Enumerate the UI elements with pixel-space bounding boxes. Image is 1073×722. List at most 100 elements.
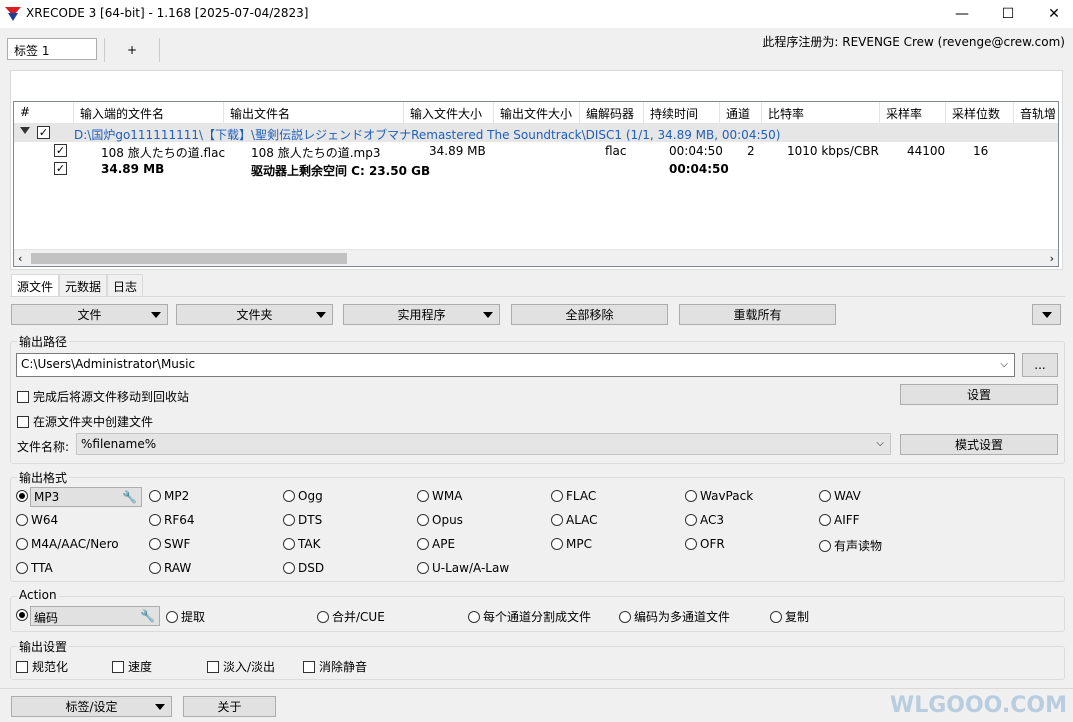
radio-dsd[interactable]: DSD	[283, 561, 324, 575]
reload-all-button[interactable]: 重载所有	[679, 304, 836, 325]
bitrate: 1010 kbps/CBR	[787, 144, 879, 158]
pattern-settings-button[interactable]: 模式设置	[900, 434, 1058, 455]
radio-ac3[interactable]: AC3	[685, 513, 724, 527]
col-header-codec[interactable]: 编解码器	[580, 102, 644, 124]
col-header-output-name[interactable]: 输出文件名	[224, 102, 404, 124]
col-header-channels[interactable]: 通道	[720, 102, 762, 124]
radio-copy[interactable]: 复制	[770, 608, 809, 625]
tab-1[interactable]: 标签 1	[7, 38, 97, 60]
radio-merge-cue[interactable]: 合并/CUE	[317, 608, 385, 625]
filename-label: 文件名称:	[17, 440, 70, 454]
dropdown-arrow-icon	[151, 312, 161, 318]
radio-rf64[interactable]: RF64	[149, 513, 195, 527]
collapse-arrow-icon[interactable]	[20, 127, 30, 134]
tabs-settings-button[interactable]: 标签/设定	[11, 696, 172, 717]
radio-raw[interactable]: RAW	[149, 561, 191, 575]
about-button[interactable]: 关于	[183, 696, 276, 717]
col-header-index[interactable]: #	[14, 102, 74, 124]
radio-m4a[interactable]: M4A/AAC/Nero	[16, 537, 119, 551]
tab-log[interactable]: 日志	[107, 274, 144, 296]
radio-alac[interactable]: ALAC	[551, 513, 598, 527]
scrollbar-thumb[interactable]	[31, 253, 347, 264]
remove-silence-checkbox[interactable]: 消除静音	[303, 658, 367, 675]
summary-checkbox[interactable]: ✓	[54, 162, 67, 175]
minimize-button[interactable]: —	[939, 0, 985, 28]
utilities-button[interactable]: 实用程序	[343, 304, 500, 325]
scroll-right-icon[interactable]: ›	[1050, 252, 1054, 265]
radio-ogg[interactable]: Ogg	[283, 489, 323, 503]
radio-extract[interactable]: 提取	[166, 608, 205, 625]
folder-path: D:\国炉go111111111\【下载】\聖剣伝説レジェンドオブマナRemas…	[74, 128, 781, 142]
col-header-bitrate[interactable]: 比特率	[762, 102, 880, 124]
add-tab-button[interactable]: +	[104, 38, 160, 62]
col-header-output-size[interactable]: 输出文件大小	[494, 102, 580, 124]
horizontal-scrollbar[interactable]: ‹ ›	[14, 249, 1058, 266]
maximize-button[interactable]: ☐	[985, 0, 1031, 28]
radio-wma[interactable]: WMA	[417, 489, 462, 503]
fade-checkbox[interactable]: 淡入/淡出	[207, 658, 275, 675]
tab-source-files[interactable]: 源文件	[11, 274, 60, 296]
folder-button[interactable]: 文件夹	[176, 304, 333, 325]
close-button[interactable]: ✕	[1031, 0, 1073, 28]
radio-dts[interactable]: DTS	[283, 513, 322, 527]
col-header-replaygain[interactable]: 音轨增	[1014, 102, 1058, 124]
registration-text: 此程序注册为: REVENGE Crew (revenge@crew.com)	[762, 35, 1065, 49]
input-size: 34.89 MB	[429, 144, 486, 158]
plus-icon: +	[126, 43, 138, 57]
more-options-button[interactable]	[1032, 304, 1061, 325]
radio-w64[interactable]: W64	[16, 513, 58, 527]
remove-all-button[interactable]: 全部移除	[511, 304, 668, 325]
radio-flac[interactable]: FLAC	[551, 489, 596, 503]
radio-mp2[interactable]: MP2	[149, 489, 189, 503]
dropdown-arrow-icon	[1042, 312, 1052, 318]
radio-tak[interactable]: TAK	[283, 537, 320, 551]
scroll-left-icon[interactable]: ‹	[18, 252, 22, 265]
col-header-input-size[interactable]: 输入文件大小	[404, 102, 494, 124]
speed-checkbox[interactable]: 速度	[112, 658, 152, 675]
col-header-bits[interactable]: 采样位数	[946, 102, 1014, 124]
wrench-icon[interactable]: 🔧	[140, 609, 155, 623]
file-button[interactable]: 文件	[11, 304, 168, 325]
normalize-checkbox[interactable]: 规范化	[16, 658, 68, 675]
radio-encode[interactable]	[16, 609, 28, 621]
move-to-recycle-checkbox[interactable]: 完成后将源文件移动到回收站	[17, 388, 189, 405]
wrench-icon[interactable]: 🔧	[122, 490, 137, 504]
file-grid[interactable]: # 输入端的文件名 输出文件名 输入文件大小 输出文件大小 编解码器 持续时间 …	[13, 101, 1059, 267]
checkbox-box	[17, 390, 29, 403]
col-header-samplerate[interactable]: 采样率	[880, 102, 946, 124]
create-in-source-checkbox[interactable]: 在源文件夹中创建文件	[17, 413, 153, 430]
radio-opus[interactable]: Opus	[417, 513, 463, 527]
file-row-checkbox[interactable]: ✓	[54, 144, 67, 157]
radio-audiobook[interactable]: 有声读物	[819, 537, 882, 554]
output-path-input[interactable]: C:\Users\Administrator\Music ⌵	[16, 353, 1015, 377]
radio-ulaw[interactable]: U-Law/A-Law	[417, 561, 509, 575]
radio-ofr[interactable]: OFR	[685, 537, 725, 551]
radio-mpc[interactable]: MPC	[551, 537, 592, 551]
browse-button[interactable]: ...	[1022, 353, 1058, 377]
input-filename: 108 旅人たちの道.flac	[101, 146, 226, 160]
col-header-duration[interactable]: 持续时间	[644, 102, 720, 124]
file-row[interactable]: ✓ 108 旅人たちの道.flac 108 旅人たちの道.mp3 34.89 M…	[14, 142, 1058, 160]
radio-split-channels[interactable]: 每个通道分割成文件	[468, 608, 591, 625]
chevron-down-icon: ⌵	[1000, 359, 1008, 370]
radio-mp3[interactable]	[16, 490, 28, 502]
filename-pattern-combo[interactable]: %filename% ⌵	[76, 433, 891, 455]
tab-divider	[10, 296, 1065, 297]
radio-ape[interactable]: APE	[417, 537, 455, 551]
radio-wavpack[interactable]: WavPack	[685, 489, 753, 503]
tab-metadata[interactable]: 元数据	[59, 274, 108, 296]
format-mp3-selected[interactable]: MP3 🔧	[30, 487, 142, 507]
output-settings-section	[10, 646, 1065, 680]
col-header-input-name[interactable]: 输入端的文件名	[74, 102, 224, 124]
footer-divider	[0, 688, 1073, 689]
radio-dot	[16, 490, 28, 502]
folder-group-row[interactable]: ✓ D:\国炉go111111111\【下载】\聖剣伝説レジェンドオブマナRem…	[14, 124, 1058, 142]
settings-button[interactable]: 设置	[900, 384, 1058, 405]
radio-wav[interactable]: WAV	[819, 489, 861, 503]
radio-aiff[interactable]: AIFF	[819, 513, 860, 527]
action-encode-selected[interactable]: 编码 🔧	[30, 606, 160, 626]
radio-swf[interactable]: SWF	[149, 537, 190, 551]
radio-tta[interactable]: TTA	[16, 561, 53, 575]
radio-multichannel[interactable]: 编码为多通道文件	[619, 608, 730, 625]
group-checkbox[interactable]: ✓	[37, 126, 50, 139]
